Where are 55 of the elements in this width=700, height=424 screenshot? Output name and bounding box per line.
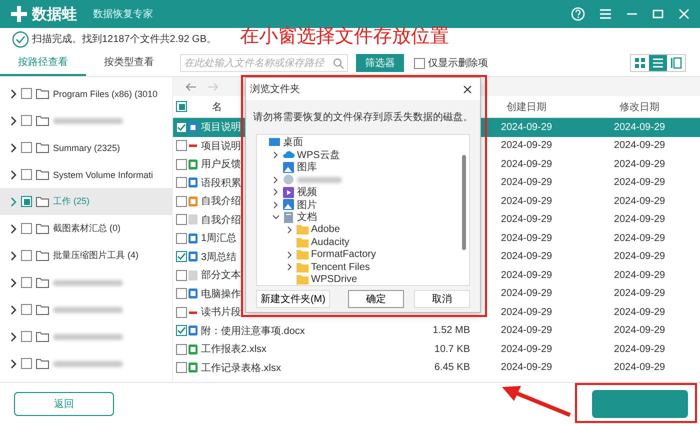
created-date: 2024-09-29 — [500, 288, 552, 300]
modified-date: 2024-09-29 — [614, 344, 666, 355]
modified-date: 2024-09-29 — [614, 177, 666, 188]
modified-date: 2024-09-29 — [614, 140, 666, 152]
created-date: 2024-09-29 — [500, 251, 552, 262]
modified-date: 2024-09-29 — [614, 158, 666, 170]
file-name: 电脑操作 — [201, 288, 241, 301]
dialog-message: 请勿将需要恢复的文件保存到原丢失数据的磁盘。 — [252, 110, 474, 125]
modified-date: 2024-09-29 — [614, 214, 666, 226]
file-name: 1周汇总 — [201, 232, 237, 246]
modified-date: 2024-09-29 — [614, 362, 666, 374]
file-name: 部分文本 — [201, 268, 241, 282]
checkbox-label: 仅显示删除项 — [428, 57, 488, 70]
file-name: 自我介绍 — [201, 194, 241, 208]
file-size: 1.52 MB — [432, 325, 470, 336]
modified-date: 2024-09-29 — [614, 288, 666, 300]
modified-date: 2024-09-29 — [614, 196, 666, 207]
app-name: 数据蛙 — [32, 4, 77, 24]
file-name: 项目说明 — [201, 121, 241, 134]
created-date: 2024-09-29 — [500, 196, 552, 207]
created-date: 2024-09-29 — [500, 214, 552, 226]
scan-status-text: 扫描完成。找到12187个文件共2.92 GB。 — [32, 32, 216, 46]
file-name: 附：使用注意事项.docx — [201, 324, 305, 338]
column-header: 创建日期 — [506, 102, 546, 112]
file-name: 自我介绍 — [201, 214, 241, 227]
modified-date: 2024-09-29 — [614, 270, 666, 281]
file-name: 3周总结 — [201, 250, 237, 264]
created-date: 2024-09-29 — [500, 158, 552, 170]
file-name: 工作记录表格.xlsx — [201, 362, 281, 375]
modified-date: 2024-09-29 — [614, 306, 666, 318]
modified-date: 2024-09-29 — [614, 122, 666, 133]
file-size: 10.7 KB — [434, 344, 470, 355]
file-name: 项目说明 — [201, 140, 241, 153]
created-date: 2024-09-29 — [500, 306, 552, 318]
file-name: 语段积累 — [201, 176, 241, 190]
annotation-text: 在小窗选择文件存放位置 — [240, 25, 449, 49]
created-date: 2024-09-29 — [500, 325, 552, 336]
app-subtitle: 数据恢复专家 — [93, 8, 153, 21]
created-date: 2024-09-29 — [500, 122, 552, 133]
created-date: 2024-09-29 — [500, 232, 552, 244]
file-name: 工作报表2.xlsx — [201, 342, 267, 356]
created-date: 2024-09-29 — [500, 177, 552, 188]
dialog-title: 浏览文件夹 — [250, 82, 300, 96]
file-name: 读书片段 — [201, 306, 241, 320]
created-date: 2024-09-29 — [500, 344, 552, 355]
modified-date: 2024-09-29 — [614, 251, 666, 262]
column-header: 名 — [212, 100, 222, 114]
modified-date: 2024-09-29 — [614, 325, 666, 336]
created-date: 2024-09-29 — [500, 362, 552, 374]
modified-date: 2024-09-29 — [614, 232, 666, 244]
created-date: 2024-09-29 — [500, 270, 552, 281]
file-size: 6.45 KB — [434, 362, 470, 374]
file-name: 用户反馈 — [201, 158, 241, 172]
created-date: 2024-09-29 — [500, 140, 552, 152]
column-header: 修改日期 — [620, 102, 660, 112]
